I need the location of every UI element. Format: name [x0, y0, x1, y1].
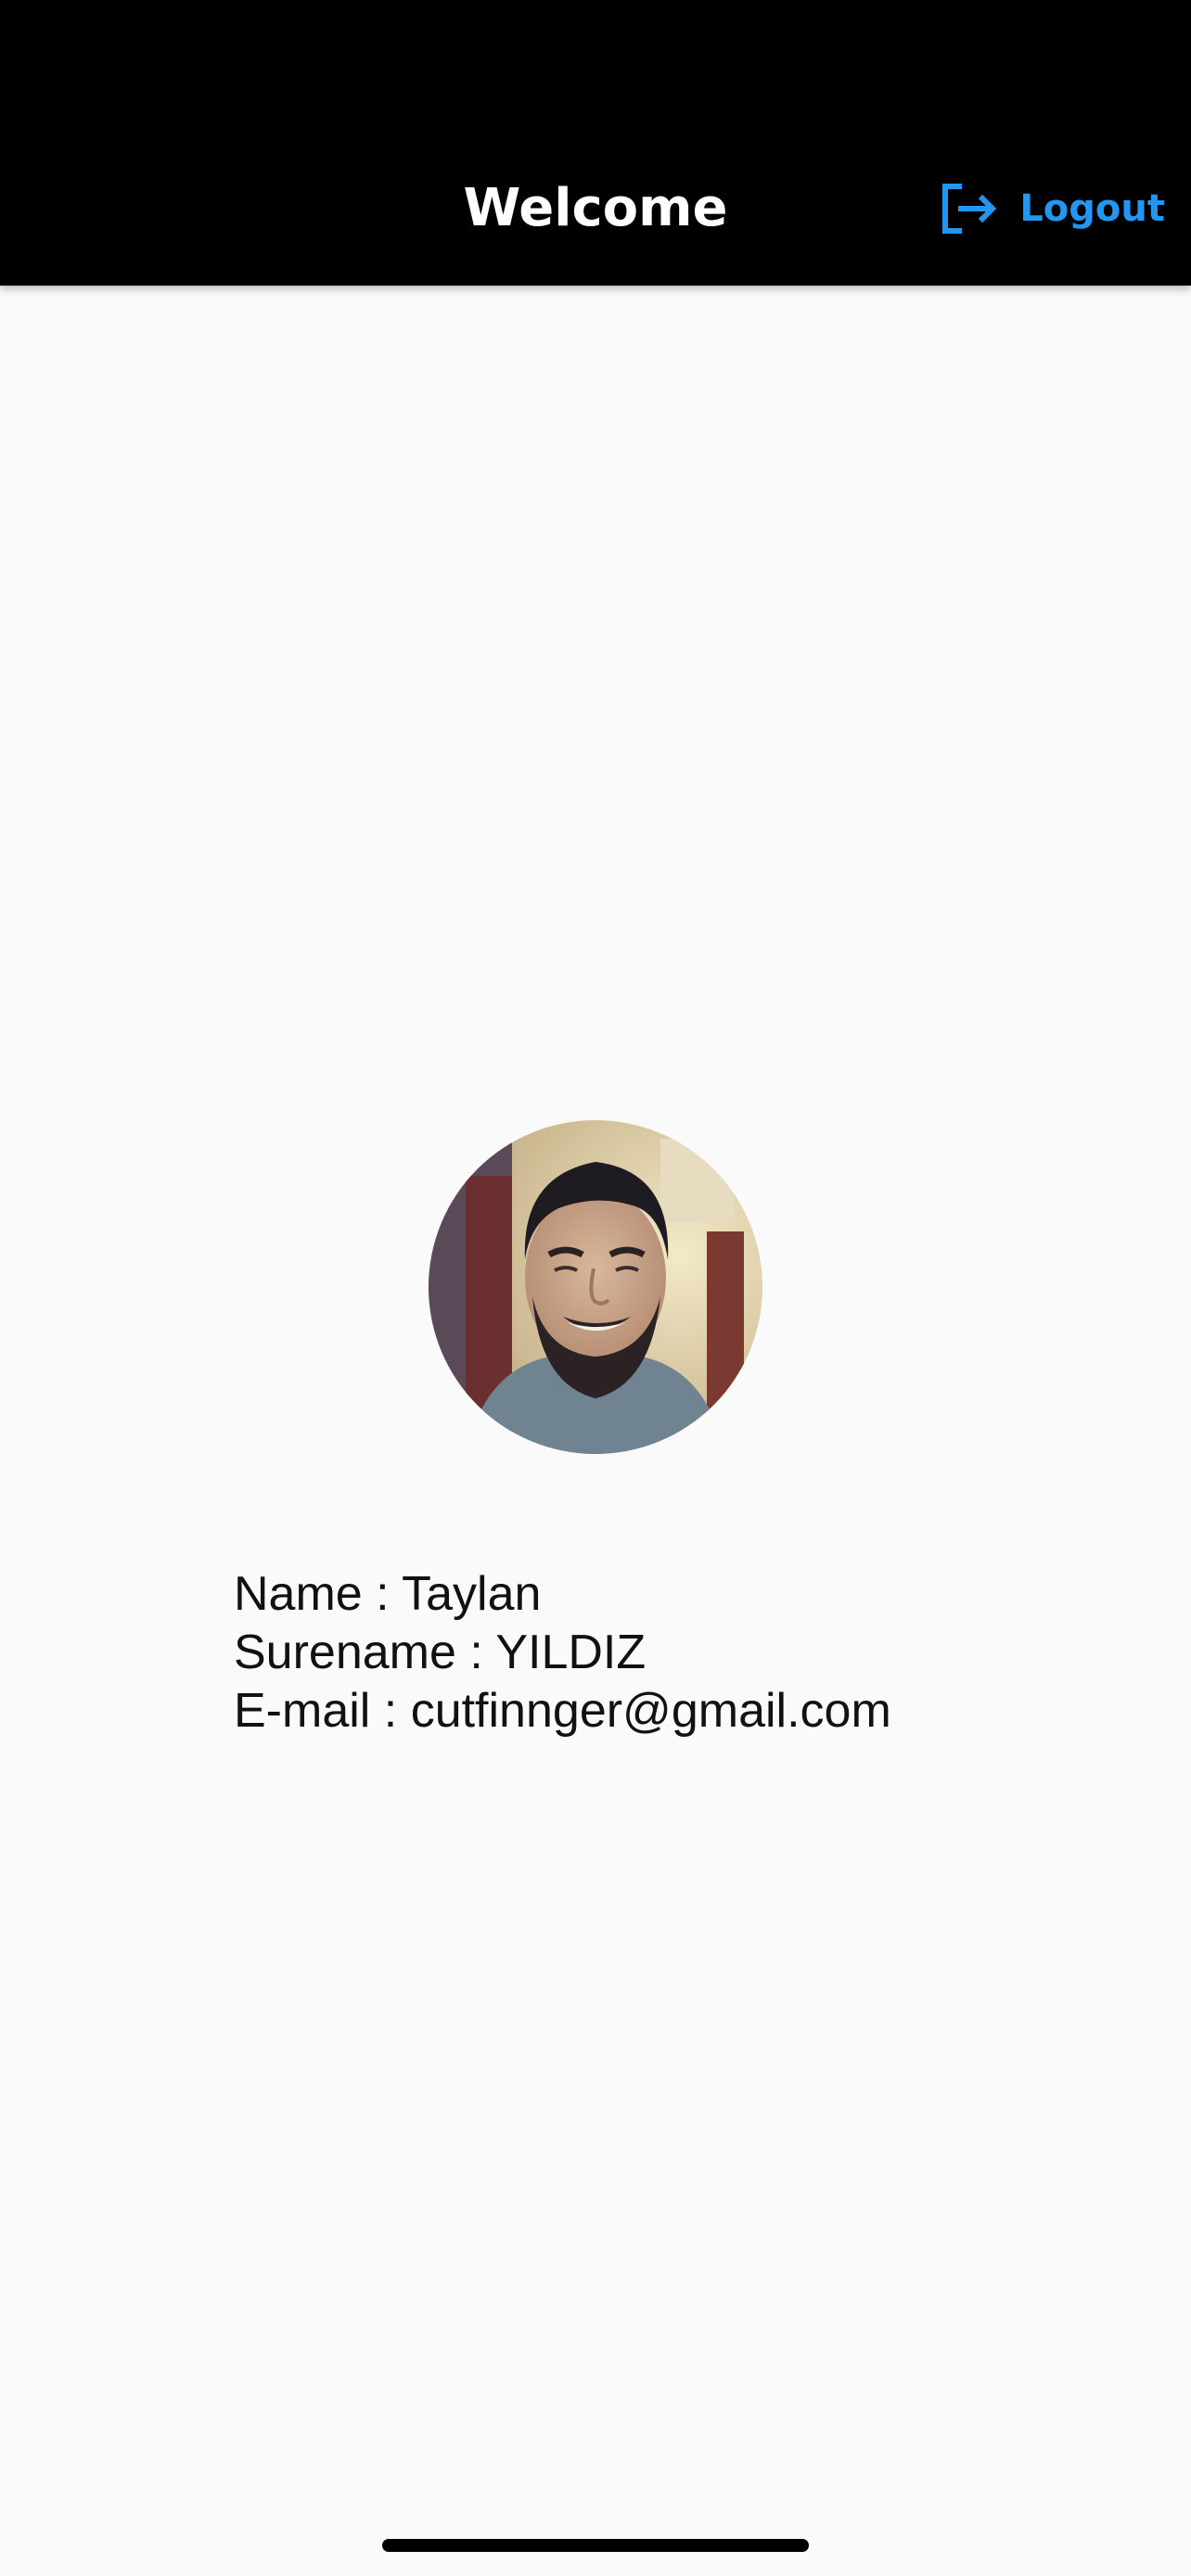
- logout-icon: [940, 181, 999, 236]
- email-row: E-mail : cutfinnger@gmail.com: [234, 1682, 891, 1741]
- welcome-screen: Welcome Logout Name: Taylan Surename: …: [0, 0, 1191, 2576]
- surname-row: Surename : YILDIZ: [234, 1624, 891, 1682]
- surname-value: YILDIZ: [495, 1626, 647, 1679]
- logout-label: Logout: [1019, 187, 1165, 230]
- home-indicator[interactable]: [382, 2539, 809, 2552]
- app-bar: Welcome Logout: [0, 0, 1191, 286]
- avatar: [429, 1120, 762, 1454]
- profile-info: Name : Taylan Surename : YILDIZ E-mail :…: [234, 1565, 891, 1741]
- email-value: cutfinnger@gmail.com: [410, 1684, 891, 1738]
- surname-label: Surename :: [234, 1626, 496, 1679]
- name-value: Taylan: [402, 1567, 542, 1621]
- name-row: Name : Taylan: [234, 1565, 891, 1624]
- logout-button[interactable]: Logout: [940, 172, 1165, 245]
- name-label: Name :: [234, 1567, 403, 1621]
- email-label: E-mail :: [234, 1684, 411, 1738]
